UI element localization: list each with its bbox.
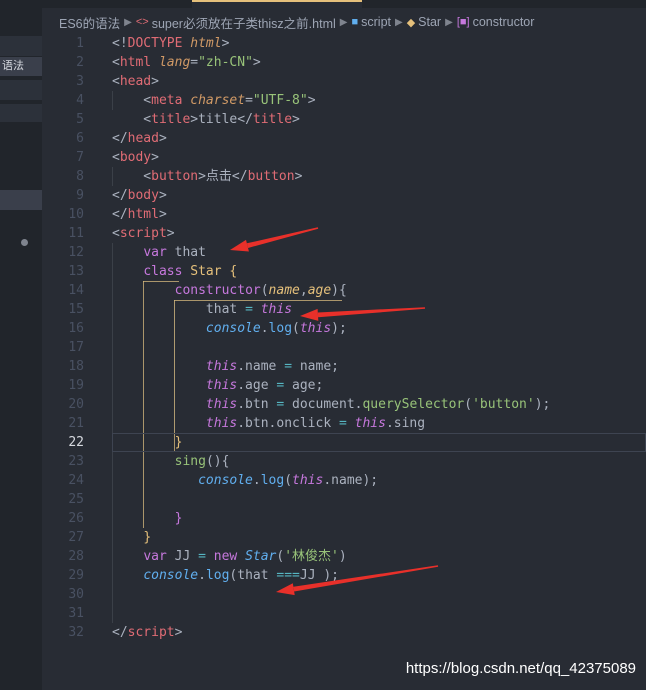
annotation-arrow-shaft: [246, 227, 319, 248]
annotation-layer: [230, 227, 439, 596]
annotation-arrow-shaft: [317, 307, 426, 318]
annotation-arrow-shaft: [293, 565, 439, 592]
code-editor-window: 语法 ES6的语法 ▶ <> super必须放在子类thisz之前.html ▶…: [0, 0, 646, 690]
annotation-arrow-head: [230, 239, 249, 252]
annotation-arrow-head: [300, 308, 319, 321]
watermark-url: https://blog.csdn.net/qq_42375089: [405, 660, 636, 677]
annotation-arrow-head: [276, 583, 295, 596]
